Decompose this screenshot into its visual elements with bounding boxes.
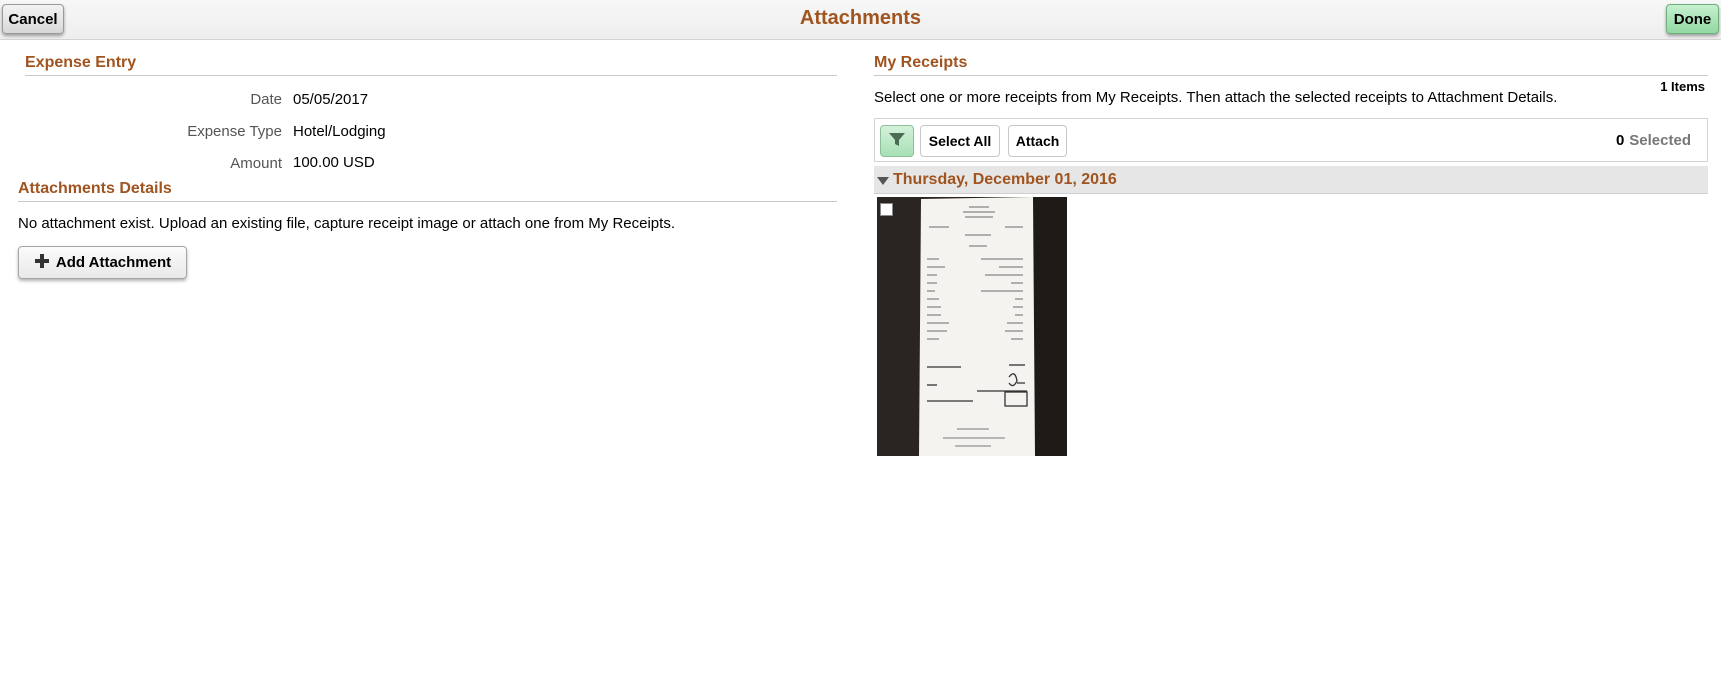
attachments-details-title: Attachments Details [18,180,172,197]
expense-type-label: Expense Type [187,123,282,140]
add-attachment-label: Add Attachment [55,254,172,271]
attachments-details-divider [18,201,837,202]
receipt-date-group[interactable]: Thursday, December 01, 2016 [874,166,1708,194]
my-receipts-title: My Receipts [874,54,968,71]
amount-label: Amount [230,155,282,172]
receipt-group-date: Thursday, December 01, 2016 [893,171,1117,188]
expense-entry-title: Expense Entry [25,54,137,71]
selected-count-number: 0 [1615,132,1625,149]
date-value: 05/05/2017 [293,91,369,108]
my-receipts-divider [874,75,1708,76]
receipt-image [877,197,1067,456]
selected-count-label: Selected [1629,132,1691,149]
filter-button[interactable] [880,125,914,157]
receipts-instructions: Select one or more receipts from My Rece… [874,89,1558,106]
amount-value: 100.00 USD [293,154,375,171]
items-count: 1 Items [1660,79,1705,94]
select-all-button[interactable]: Select All [920,125,1000,157]
page-title: Attachments [799,7,922,29]
receipts-toolbar: Select All Attach 0 Selected [874,118,1708,162]
no-attachment-message: No attachment exist. Upload an existing … [18,215,675,232]
expense-type-value: Hotel/Lodging [293,123,386,140]
collapse-triangle-icon[interactable] [877,177,889,185]
attach-button[interactable]: Attach [1008,125,1067,157]
done-button[interactable]: Done [1666,4,1719,34]
filter-icon [888,130,906,152]
top-bar: Attachments Cancel Done [0,0,1721,40]
cancel-button[interactable]: Cancel [2,4,64,34]
selected-count: 0 Selected [1616,132,1691,149]
receipt-thumbnail[interactable] [877,197,1067,456]
expense-entry-divider [25,75,837,76]
date-label: Date [250,91,282,108]
add-attachment-button[interactable]: Add Attachment [18,246,187,279]
receipt-checkbox[interactable] [880,203,893,216]
plus-icon [34,253,50,273]
